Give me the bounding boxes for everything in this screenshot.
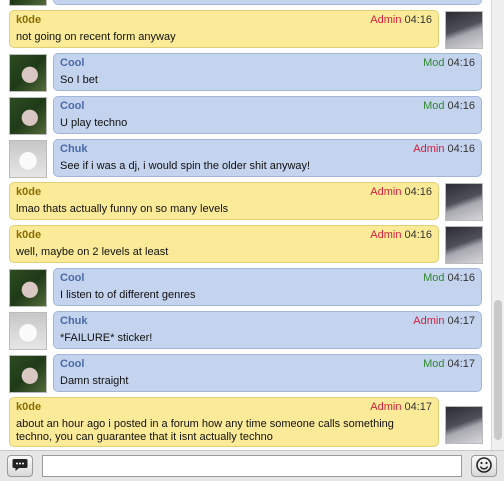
role-label: Mod — [423, 358, 445, 370]
scrollbar[interactable] — [491, 0, 504, 450]
scrollbar-thumb[interactable] — [494, 300, 502, 440]
message-meta: Admin 04:17 — [370, 401, 432, 413]
chat-message: Cool Mod 04:16 U play techno — [0, 94, 492, 137]
message-time: 04:16 — [404, 186, 432, 198]
chat-message: Cool Mod 04:16 I listen to of different g… — [0, 266, 492, 309]
message-text: not going on recent form anyway — [16, 31, 176, 43]
avatar[interactable] — [445, 406, 483, 444]
message-author[interactable]: k0de — [16, 14, 41, 26]
avatar[interactable] — [9, 312, 47, 350]
message-time: 04:17 — [447, 358, 475, 370]
message-meta: Mod 04:16 — [423, 272, 475, 284]
message-author[interactable]: k0de — [16, 229, 41, 241]
message-bubble: k0de Admin 04:16 well, maybe on 2 levels … — [9, 225, 439, 263]
message-bubble: k0de Admin 04:16 not going on recent form… — [9, 10, 439, 48]
role-label: Admin — [370, 401, 402, 413]
message-bubble: k0de Admin 04:16 lmao thats actually funn… — [9, 182, 439, 220]
role-label: Mod — [423, 57, 445, 69]
message-text: Damn straight — [60, 375, 129, 387]
input-bar — [0, 450, 504, 481]
message-text: I listen to of different genres — [60, 289, 196, 301]
message-text: about an hour ago i posted in a forum ho… — [16, 418, 394, 443]
chat-message: Chuk Admin 04:17 *FAILURE* sticker! — [0, 309, 492, 352]
role-label: Admin — [413, 315, 445, 327]
chat-message: Cool Mod 04:17 Damn straight — [0, 352, 492, 395]
message-time: 04:16 — [447, 57, 475, 69]
role-label: Admin — [370, 229, 402, 241]
message-meta: Mod 04:17 — [423, 358, 475, 370]
avatar[interactable] — [9, 0, 47, 6]
message-meta: Admin 04:16 — [370, 14, 432, 26]
message-text: lmao thats actually funny on so many lev… — [16, 203, 229, 215]
message-text: well, maybe on 2 levels at least — [16, 246, 169, 258]
role-label: Admin — [370, 186, 402, 198]
message-bubble: k0de Admin 04:17 about an hour ago i post… — [9, 397, 439, 447]
message-author[interactable]: k0de — [16, 186, 41, 198]
message-bubble: Chuk Admin 04:16 See if i was a dj, i wou… — [53, 139, 482, 177]
chat-message: k0de Admin 04:16 not going on recent form… — [0, 8, 492, 51]
role-label: Mod — [423, 272, 445, 284]
message-meta: Admin 04:17 — [413, 315, 475, 327]
avatar[interactable] — [9, 54, 47, 92]
message-author[interactable]: k0de — [16, 401, 41, 413]
role-label: Mod — [423, 100, 445, 112]
message-time: 04:16 — [404, 14, 432, 26]
message-bubble — [53, 0, 482, 5]
chat-message: Cool Mod 04:16 So I bet — [0, 51, 492, 94]
avatar[interactable] — [445, 226, 483, 264]
message-time: 04:16 — [447, 143, 475, 155]
message-meta: Admin 04:16 — [370, 186, 432, 198]
chat-message: k0de Admin 04:16 lmao thats actually funn… — [0, 180, 492, 223]
role-label: Admin — [370, 14, 402, 26]
message-text: So I bet — [60, 74, 98, 86]
message-bubble: Cool Mod 04:16 U play techno — [53, 96, 482, 134]
message-meta: Admin 04:16 — [370, 229, 432, 241]
message-author[interactable]: Cool — [60, 272, 84, 284]
message-author[interactable]: Cool — [60, 57, 84, 69]
message-time: 04:16 — [447, 272, 475, 284]
chat-message: Chuk Admin 04:16 See if i was a dj, i wou… — [0, 137, 492, 180]
message-author[interactable]: Chuk — [60, 315, 88, 327]
chat-button[interactable] — [7, 455, 33, 477]
message-bubble: Cool Mod 04:16 So I bet — [53, 53, 482, 91]
avatar[interactable] — [9, 355, 47, 393]
chat-message — [0, 0, 492, 8]
message-text: U play techno — [60, 117, 128, 129]
message-text: *FAILURE* sticker! — [60, 332, 153, 344]
avatar[interactable] — [9, 269, 47, 307]
message-time: 04:16 — [404, 229, 432, 241]
avatar[interactable] — [9, 140, 47, 178]
message-time: 04:17 — [447, 315, 475, 327]
avatar[interactable] — [445, 183, 483, 221]
message-author[interactable]: Cool — [60, 358, 84, 370]
chat-log[interactable]: k0de Admin 04:16 not going on recent form… — [0, 0, 492, 450]
message-bubble: Cool Mod 04:17 Damn straight — [53, 354, 482, 392]
chat-message: k0de Admin 04:17 about an hour ago i post… — [0, 395, 492, 449]
speech-bubble-icon — [12, 458, 28, 475]
emoji-button[interactable] — [471, 455, 497, 477]
message-text: See if i was a dj, i would spin the olde… — [60, 160, 311, 172]
message-author[interactable]: Cool — [60, 100, 84, 112]
message-bubble: Chuk Admin 04:17 *FAILURE* sticker! — [53, 311, 482, 349]
message-time: 04:16 — [447, 100, 475, 112]
message-meta: Admin 04:16 — [413, 143, 475, 155]
chat-message: k0de Admin 04:16 well, maybe on 2 levels … — [0, 223, 492, 266]
avatar[interactable] — [9, 97, 47, 135]
role-label: Admin — [413, 143, 445, 155]
message-meta: Mod 04:16 — [423, 100, 475, 112]
avatar[interactable] — [445, 11, 483, 49]
message-input[interactable] — [42, 455, 462, 477]
message-bubble: Cool Mod 04:16 I listen to of different g… — [53, 268, 482, 306]
message-meta: Mod 04:16 — [423, 57, 475, 69]
message-time: 04:17 — [404, 401, 432, 413]
smiley-icon — [476, 456, 492, 476]
message-author[interactable]: Chuk — [60, 143, 88, 155]
